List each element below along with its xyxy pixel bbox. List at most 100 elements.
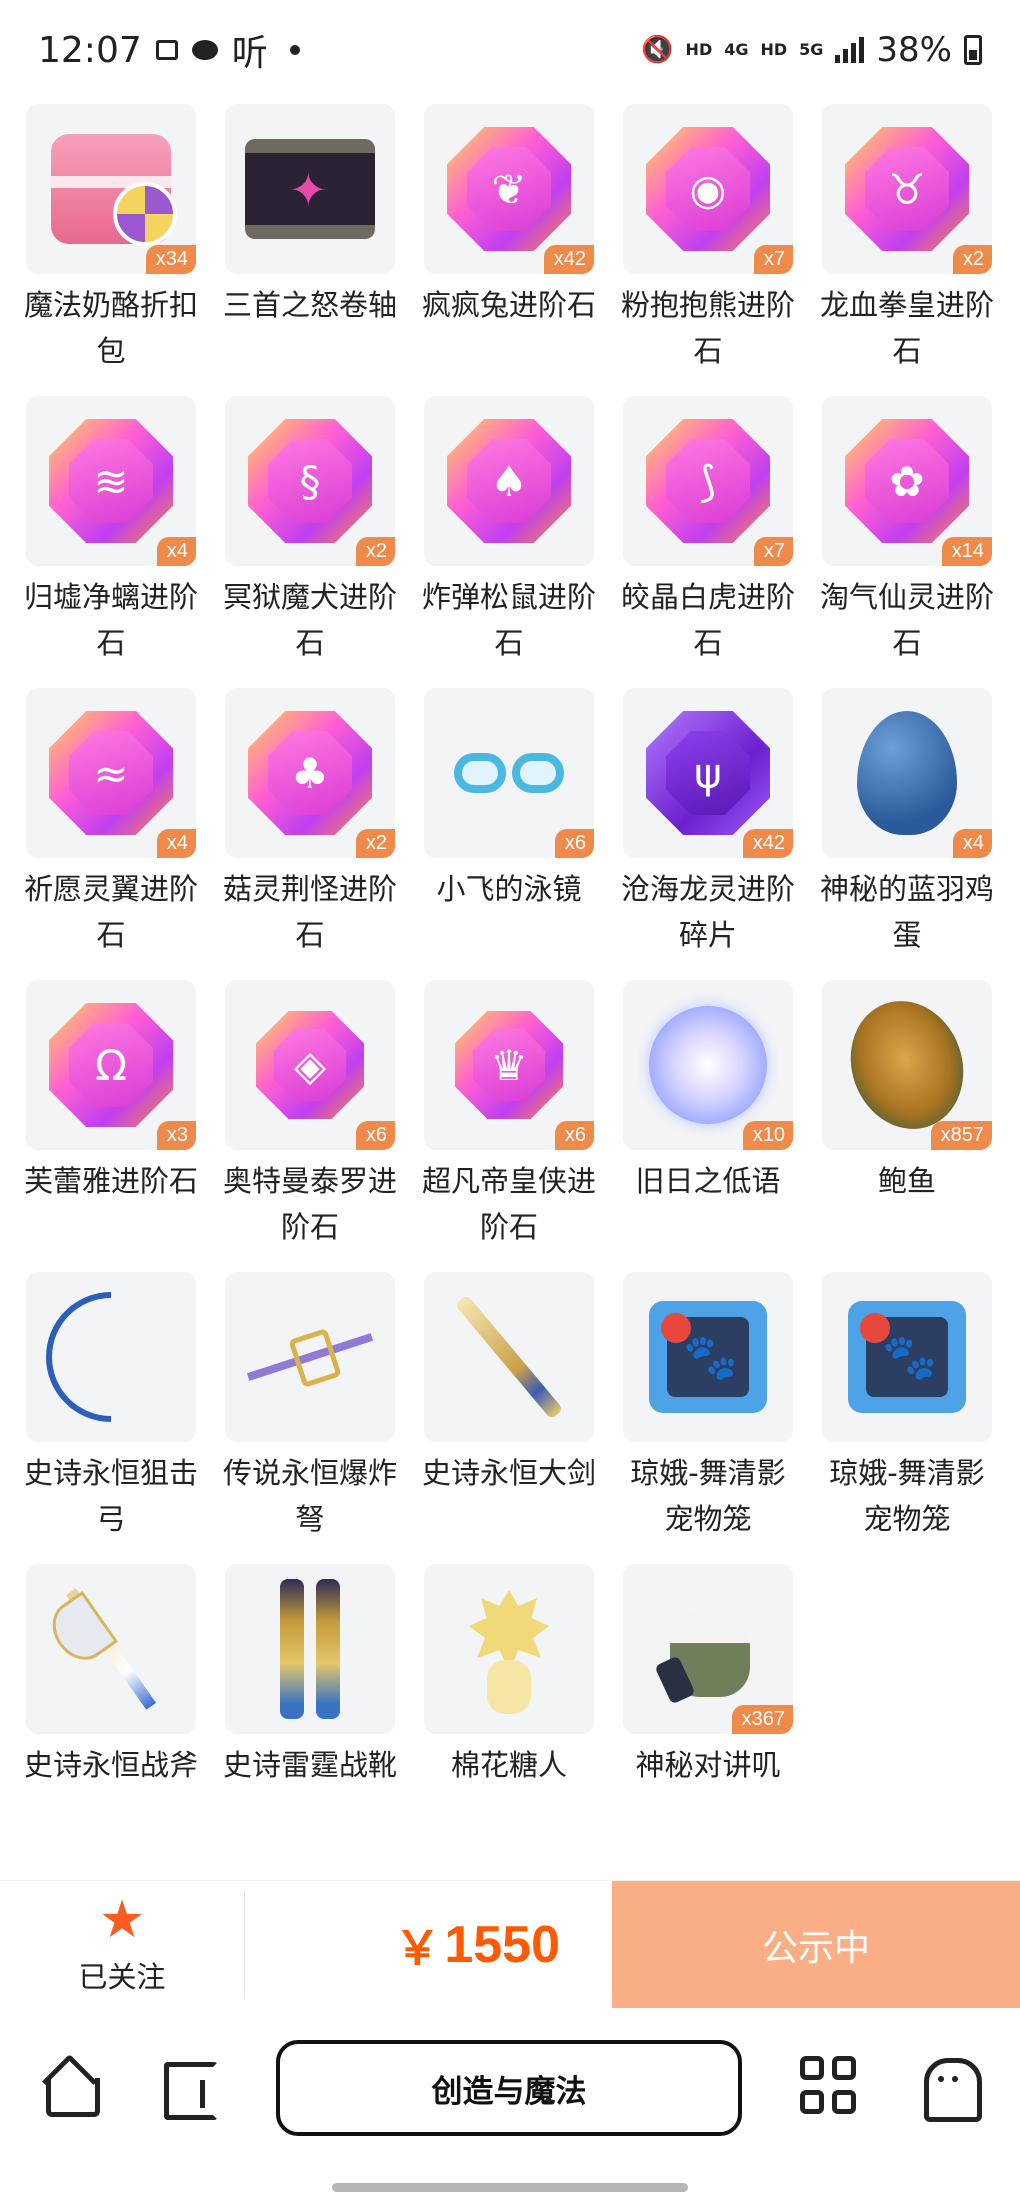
item-card[interactable]: ♛ x6 超凡帝皇侠进阶石 (421, 980, 596, 1272)
item-thumbnail (225, 1564, 395, 1734)
item-thumbnail: x367 (623, 1564, 793, 1734)
item-name: 神秘对讲叽 (635, 1748, 781, 1782)
item-card[interactable]: 史诗永恒狙击弓 (24, 1272, 198, 1564)
item-thumbnail: x34 (26, 104, 196, 274)
item-name: 史诗雷霆战靴 (222, 1748, 397, 1782)
purple-gem-icon: ψ (646, 711, 770, 835)
item-card[interactable]: ✿ x14 淘气仙灵进阶石 (820, 396, 994, 688)
item-name: 菇灵荆怪进阶石 (222, 872, 397, 952)
item-card[interactable]: § x2 冥狱魔犬进阶石 (223, 396, 397, 688)
goggles-icon (454, 753, 564, 793)
item-count-badge: x42 (543, 245, 594, 274)
item-count-badge: x42 (742, 829, 793, 858)
item-thumbnail (822, 1272, 992, 1442)
app-root: 12:07 听 🔇 HD 4G HD 5G 38% x34 魔法奶酪折扣包三首之怒… (0, 0, 1020, 2210)
item-card[interactable]: ♉ x2 龙血拳皇进阶石 (819, 104, 994, 396)
acorn-gem-icon: ♠ (447, 419, 571, 543)
item-name: 疯疯兔进阶石 (421, 288, 596, 322)
item-name: 炸弹松鼠进阶石 (421, 580, 596, 660)
item-count-badge: x6 (554, 1121, 594, 1150)
item-card[interactable]: x10 旧日之低语 (623, 980, 793, 1272)
ting-app-icon: 听 (231, 33, 268, 74)
item-thumbnail: x10 (623, 980, 793, 1150)
feather-gem-icon: ≈ (49, 711, 173, 835)
item-card[interactable]: ❦ x42 疯疯兔进阶石 (421, 104, 596, 396)
item-thumbnail (623, 1272, 793, 1442)
item-name: 龙血拳皇进阶石 (819, 288, 994, 368)
item-card[interactable]: x4 神秘的蓝羽鸡蛋 (820, 688, 994, 980)
item-count-badge: x14 (941, 537, 992, 566)
item-count-badge: x367 (731, 1705, 793, 1734)
item-name: 史诗永恒大剑 (421, 1456, 596, 1490)
item-thumbnail (225, 1272, 395, 1442)
item-name: 奥特曼泰罗进阶石 (222, 1164, 397, 1244)
battle-axe-icon (65, 1588, 157, 1710)
mushroom-gem-icon: ♣ (248, 711, 372, 835)
item-card[interactable]: 史诗永恒大剑 (421, 1272, 596, 1564)
item-card[interactable]: ◈ x6 奥特曼泰罗进阶石 (222, 980, 397, 1272)
item-card[interactable]: x6 小飞的泳镜 (424, 688, 594, 980)
orb-icon (649, 1006, 767, 1124)
item-thumbnail: x857 (822, 980, 992, 1150)
item-card[interactable]: 史诗永恒战斧 (24, 1564, 198, 1856)
item-name: 鲍鱼 (877, 1164, 936, 1198)
page-icon[interactable] (160, 2056, 220, 2120)
blue-egg-icon (857, 711, 957, 835)
item-name: 沧海龙灵进阶碎片 (620, 872, 795, 952)
item-card[interactable]: 传说永恒爆炸弩 (223, 1272, 397, 1564)
item-count-badge: x857 (930, 1121, 992, 1150)
carrot-gem-icon: ❦ (447, 127, 571, 251)
price: ￥ 1550 (260, 1881, 560, 2009)
item-thumbnail: ◈ x6 (225, 980, 395, 1150)
ghost-icon[interactable] (920, 2056, 982, 2122)
item-card[interactable]: 三首之怒卷轴 (223, 104, 397, 396)
item-card[interactable]: Ωx3 芙蕾雅进阶石 (24, 980, 198, 1272)
game-center-button[interactable]: 创造与魔法 (276, 2040, 742, 2136)
item-card[interactable]: 史诗雷霆战靴 (222, 1564, 397, 1856)
item-card[interactable]: ≈ x4 祈愿灵翼进阶石 (24, 688, 198, 980)
scroll-icon (245, 139, 375, 239)
item-count-badge: x4 (156, 537, 196, 566)
home-indicator[interactable] (332, 2183, 688, 2192)
item-thumbnail: ◉ x7 (623, 104, 793, 274)
item-name: 棉花糖人 (450, 1748, 567, 1782)
item-name: 超凡帝皇侠进阶石 (421, 1164, 596, 1244)
item-card[interactable]: ≋ x4 归墟净螭进阶石 (24, 396, 198, 688)
item-thumbnail: Ωx3 (26, 980, 196, 1150)
home-icon[interactable] (40, 2056, 100, 2117)
pet-cage-icon (848, 1301, 966, 1413)
item-card[interactable]: x857 鲍鱼 (822, 980, 992, 1272)
item-thumbnail: ♉ x2 (822, 104, 992, 274)
item-count-badge: x2 (952, 245, 992, 274)
item-card[interactable]: ◉ x7 粉抱抱熊进阶石 (621, 104, 795, 396)
pet-cage-icon (649, 1301, 767, 1413)
item-card[interactable]: ♣ x2 菇灵荆怪进阶石 (222, 688, 397, 980)
item-card[interactable]: ψ x42 沧海龙灵进阶碎片 (620, 688, 795, 980)
grid-icon[interactable] (800, 2056, 860, 2116)
item-card[interactable]: x34 魔法奶酪折扣包 (24, 104, 198, 396)
egg-gem-icon: ◉ (646, 127, 770, 251)
item-card[interactable]: 琼娥-舞清影宠物笼 (822, 1272, 992, 1564)
item-thumbnail: ♛ x6 (424, 980, 594, 1150)
net-hd-label-2: HD (760, 40, 788, 59)
bottom-nav: 创造与魔法 (0, 2008, 1020, 2158)
item-card[interactable]: ♠ 炸弹松鼠进阶石 (421, 396, 596, 688)
item-count-badge: x7 (753, 537, 793, 566)
status-time: 12:07 (38, 29, 142, 71)
marshmallow-icon (459, 1584, 559, 1714)
item-count-badge: x4 (156, 829, 196, 858)
item-count-badge: x4 (952, 829, 992, 858)
item-card[interactable]: x367 神秘对讲叽 (623, 1564, 793, 1856)
bull-gem-icon: ♉ (845, 127, 969, 251)
item-card[interactable]: ⟆ x7 皎晶白虎进阶石 (621, 396, 795, 688)
item-card[interactable]: 琼娥-舞清影宠物笼 (623, 1272, 793, 1564)
item-thumbnail: ♣ x2 (225, 688, 395, 858)
notice-button[interactable]: 公示中 (612, 1881, 1020, 2009)
item-card[interactable]: 棉花糖人 (424, 1564, 594, 1856)
claw-gem-icon: ⟆ (646, 419, 770, 543)
follow-button[interactable]: ★ 已关注 (0, 1881, 244, 2009)
item-thumbnail (424, 1564, 594, 1734)
follow-label: 已关注 (78, 1960, 166, 1994)
net-hd-label-1: HD (685, 40, 713, 59)
walkie-bird-icon (648, 1589, 768, 1709)
